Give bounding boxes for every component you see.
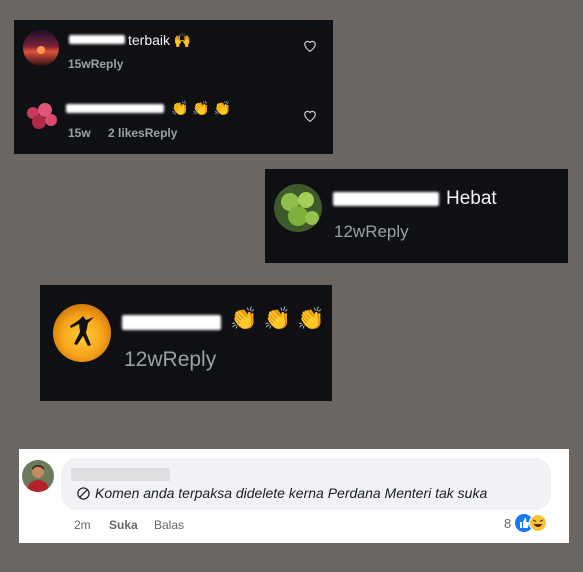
comment-text: terbaik [128,32,171,48]
comment-body: terbaik 🙌 [128,32,191,49]
instagram-comments-card-1: terbaik 🙌 15wReply 👏 👏 👏 15w 2 likesRepl… [14,20,333,154]
laughing-icon [528,514,547,535]
like-button[interactable]: Suka [109,518,138,532]
avatar-sunset[interactable] [23,30,59,66]
limes-avatar-icon [274,184,322,232]
reaction-summary[interactable]: 8 [504,514,547,535]
sunset-avatar-icon [23,30,59,66]
deleted-comment: Komen anda terpaksa didelete kerna Perda… [77,485,487,503]
instagram-comments-card-3: 👏 👏 👏 12wReply [40,285,332,401]
reply-link[interactable]: Reply [91,57,124,71]
instagram-comments-card-2: Hebat 12wReply [265,169,568,263]
comment-meta: 12wReply [124,348,216,372]
comment-meta: 15wReply [68,57,123,71]
prohibited-icon [77,487,90,503]
comment-text: Hebat [446,188,497,209]
clapping-hands-emoji: 👏 👏 👏 [230,306,325,331]
timestamp: 15w [68,57,91,71]
likes-count[interactable]: 2 likes [108,126,145,140]
comment-meta: 15w 2 likesReply [68,126,177,140]
flowers-avatar-icon [23,98,59,134]
username-redacted[interactable] [122,315,221,330]
comment-body: 👏 👏 👏 [171,100,231,117]
reply-link[interactable]: Reply [163,348,217,371]
username-redacted[interactable] [69,35,125,44]
reaction-count: 8 [504,516,512,531]
username-redacted[interactable] [71,468,170,481]
avatar-flowers[interactable] [23,98,59,134]
avatar-limes[interactable] [274,184,322,232]
timestamp: 12w [334,222,366,241]
avatar-person[interactable] [22,460,54,492]
heart-icon[interactable] [303,109,317,127]
username-redacted[interactable] [66,104,164,113]
timestamp: 12w [124,348,163,371]
reply-button[interactable]: Balas [154,518,184,532]
facebook-comment: Komen anda terpaksa didelete kerna Perda… [19,449,569,543]
comment-body: 👏 👏 👏 [230,306,324,332]
reply-link[interactable]: Reply [145,126,178,140]
heart-icon[interactable] [303,39,317,57]
username-redacted[interactable] [333,192,439,206]
deleted-text: Komen anda terpaksa didelete kerna Perda… [95,485,488,501]
reply-link[interactable]: Reply [365,222,408,241]
avatar-silhouette[interactable] [53,304,111,362]
clapping-hands-emoji: 👏 👏 👏 [171,100,232,116]
timestamp[interactable]: 2m [74,518,91,532]
silhouette-avatar-icon [53,304,111,362]
timestamp: 15w [68,126,91,140]
person-avatar-icon [22,460,54,492]
comment-meta: 12wReply [334,222,409,242]
raised-hands-emoji: 🙌 [173,32,192,48]
